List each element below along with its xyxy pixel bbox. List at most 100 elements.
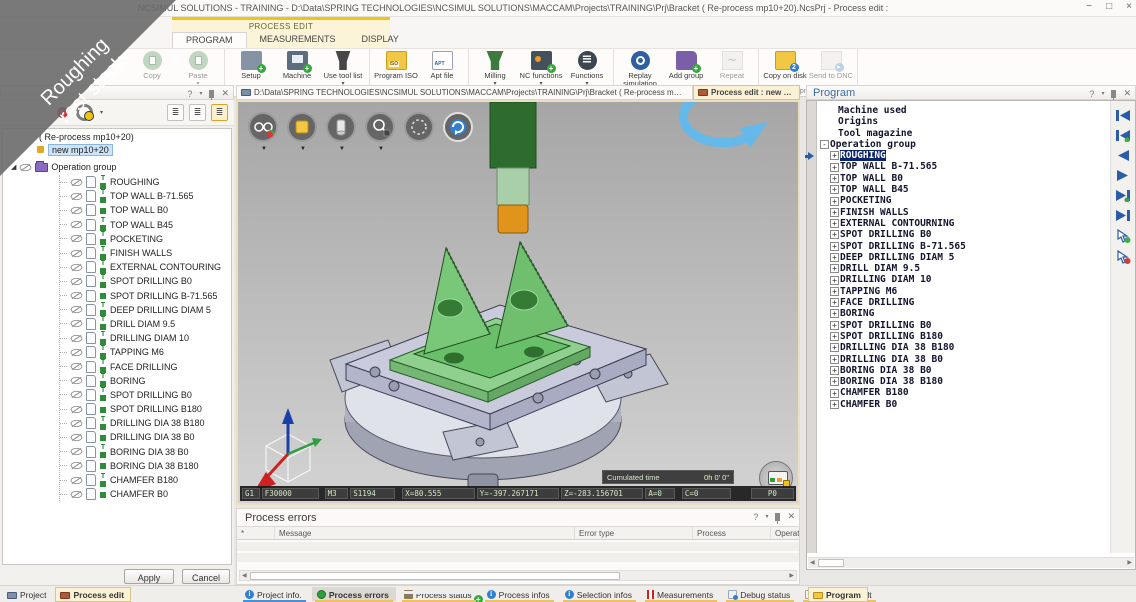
ribbon-button[interactable]: Machine▾ — [274, 50, 320, 80]
process-edit-tab[interactable]: Process edit : new mp10+20 — [693, 85, 800, 100]
program-tree-item[interactable]: + DRILL DIAM 9.5 — [817, 263, 1109, 274]
status-tab[interactable]: Measurements — [642, 587, 720, 601]
operation-tree-item[interactable]: T DRILLING DIAM 10 — [60, 331, 231, 345]
scroll-left-icon[interactable]: ◀ — [242, 572, 247, 580]
ribbon-button[interactable]: Replay simulation▾ — [617, 50, 663, 88]
visibility-eye-icon[interactable] — [70, 206, 83, 215]
program-tree-item[interactable]: + SPOT DRILLING B0 — [817, 320, 1109, 331]
process-edit-tab[interactable]: Process edit — [55, 587, 131, 602]
ribbon-button[interactable]: Use tool list▾ — [320, 50, 366, 88]
dropdown-caret[interactable]: ▼ — [339, 146, 345, 152]
ribbon-button[interactable]: NC functions▾ — [518, 50, 564, 88]
horizontal-scrollbar[interactable]: ◀ ▶ — [239, 570, 797, 581]
visibility-eye-icon[interactable] — [70, 319, 83, 328]
operation-tree-item[interactable]: T POCKETING — [60, 232, 231, 246]
visibility-eye-icon[interactable] — [70, 419, 83, 428]
visibility-eye-icon[interactable] — [70, 305, 83, 314]
ribbon-button[interactable]: Apt file▾ — [419, 50, 465, 80]
apply-button[interactable]: Apply — [124, 569, 174, 584]
program-tree-item[interactable]: + SPOT DRILLING B180 — [817, 331, 1109, 342]
visibility-eye-icon[interactable] — [70, 376, 83, 385]
visibility-eye-icon[interactable] — [70, 263, 83, 272]
3d-viewport[interactable]: ▼ ▼ ▼ ▼ — [238, 102, 798, 503]
refresh-view-button[interactable] — [443, 112, 473, 142]
ribbon-button[interactable]: Milling▾ — [472, 50, 518, 88]
ribbon-button[interactable]: Setup▾ — [228, 50, 274, 80]
remove-selection-hand-button[interactable] — [1115, 250, 1131, 264]
visibility-eye-icon[interactable] — [70, 291, 83, 300]
visibility-eye-icon[interactable] — [70, 277, 83, 286]
play-reverse-button[interactable] — [1115, 149, 1131, 162]
visibility-eye-icon[interactable] — [70, 390, 83, 399]
visibility-eye-icon[interactable] — [70, 192, 83, 201]
list-view-small-button[interactable]: ≣ — [167, 104, 184, 121]
status-tab[interactable]: Debug status — [723, 587, 797, 601]
operation-tree-item[interactable]: T SPOT DRILLING B0 — [60, 388, 231, 402]
maximize-button[interactable]: □ — [1106, 1, 1112, 12]
scrollbar-thumb[interactable] — [250, 572, 620, 580]
program-tree-item[interactable]: + EXTERNAL CONTOURNING — [817, 218, 1109, 229]
status-tab[interactable]: Process status — [399, 587, 479, 601]
expander-icon[interactable]: + — [830, 151, 839, 160]
program-tree-item[interactable]: + CHAMFER B180 — [817, 387, 1109, 398]
expander-icon[interactable]: + — [830, 400, 839, 409]
dropdown-caret[interactable]: ▾ — [100, 109, 103, 116]
chevron-down-icon[interactable]: ▾ — [199, 90, 202, 97]
scroll-left-icon[interactable]: ◀ — [810, 559, 815, 567]
operation-tree-item[interactable]: T DRILLING DIA 38 B0 — [60, 430, 231, 444]
add-selection-hand-button[interactable] — [1115, 229, 1131, 243]
status-tab[interactable]: Selection infos — [560, 587, 639, 601]
step-back-add-button[interactable] — [1115, 129, 1131, 142]
expander-icon[interactable]: + — [830, 309, 839, 318]
expander-icon[interactable]: + — [830, 389, 839, 398]
program-tree-item[interactable]: + TOP WALL B45 — [817, 184, 1109, 195]
scroll-right-icon[interactable]: ▶ — [789, 572, 794, 580]
program-tree-item[interactable]: + FACE DRILLING — [817, 297, 1109, 308]
list-view-large-button[interactable]: ≣ — [211, 104, 228, 121]
program-tree-item[interactable]: + DRILLING DIA 38 B0 — [817, 354, 1109, 365]
expand-triangle-icon[interactable]: ◢ — [11, 163, 16, 171]
visibility-eye-icon[interactable] — [70, 234, 83, 243]
cancel-button[interactable]: Cancel — [182, 569, 230, 584]
selection-circle-button[interactable] — [404, 112, 434, 142]
ribbon-tab[interactable]: DISPLAY — [349, 32, 412, 48]
document-tab[interactable]: D:\Data\SPRING TECHNOLOGIES\NCSIMUL SOLU… — [236, 85, 693, 100]
operation-tree-item[interactable]: T TOP WALL B-71.565 — [60, 189, 231, 203]
operation-tree-item[interactable]: T TAPPING M6 — [60, 345, 231, 359]
minimize-button[interactable]: − — [1086, 1, 1092, 12]
stock-display-button[interactable]: ▼ — [287, 112, 317, 142]
expander-icon[interactable]: + — [830, 253, 839, 262]
operation-tree-item[interactable]: T DRILL DIAM 9.5 — [60, 317, 231, 331]
visibility-eye-icon[interactable] — [70, 249, 83, 258]
expander-icon[interactable]: + — [830, 208, 839, 217]
status-tab[interactable]: Process errors — [312, 587, 396, 601]
ribbon-button[interactable]: Copy on disk▾ — [762, 50, 808, 80]
expander-icon[interactable]: + — [830, 343, 839, 352]
zoom-button[interactable]: ▼ — [365, 112, 395, 142]
visibility-eye-icon[interactable] — [70, 348, 83, 357]
visibility-eye-icon[interactable] — [70, 334, 83, 343]
pin-icon[interactable] — [1111, 90, 1116, 98]
pin-icon[interactable] — [209, 90, 214, 98]
program-tree-item[interactable]: + ROUGHING — [817, 150, 1109, 161]
ribbon-button[interactable]: Repeat▾ — [709, 50, 755, 80]
help-icon[interactable]: ? — [1089, 89, 1094, 99]
visibility-eye-icon[interactable] — [19, 163, 32, 172]
dropdown-caret[interactable]: ▼ — [378, 146, 384, 152]
ribbon-tab[interactable]: MEASUREMENTS — [247, 32, 349, 48]
operation-tree-item[interactable]: T SPOT DRILLING B-71.565 — [60, 289, 231, 303]
program-tree-item[interactable]: Machine used — [817, 105, 1109, 116]
program-tree-item[interactable]: + BORING — [817, 308, 1109, 319]
expander-icon[interactable]: + — [830, 355, 839, 364]
ribbon-tab[interactable]: PROGRAM — [172, 32, 247, 48]
expander-icon[interactable]: + — [830, 163, 839, 172]
tool-display-button[interactable]: ▼ — [326, 112, 356, 142]
program-bottom-tab[interactable]: Program — [808, 587, 868, 602]
expander-icon[interactable]: + — [830, 264, 839, 273]
operation-tree-item[interactable]: T ROUGHING — [60, 175, 231, 189]
program-tree-item[interactable]: + TAPPING M6 — [817, 286, 1109, 297]
expander-icon[interactable]: + — [830, 321, 839, 330]
ribbon-button[interactable]: Copy▾ — [129, 50, 175, 80]
skip-to-end-button[interactable] — [1115, 209, 1131, 222]
close-icon[interactable]: ✕ — [1123, 88, 1131, 99]
